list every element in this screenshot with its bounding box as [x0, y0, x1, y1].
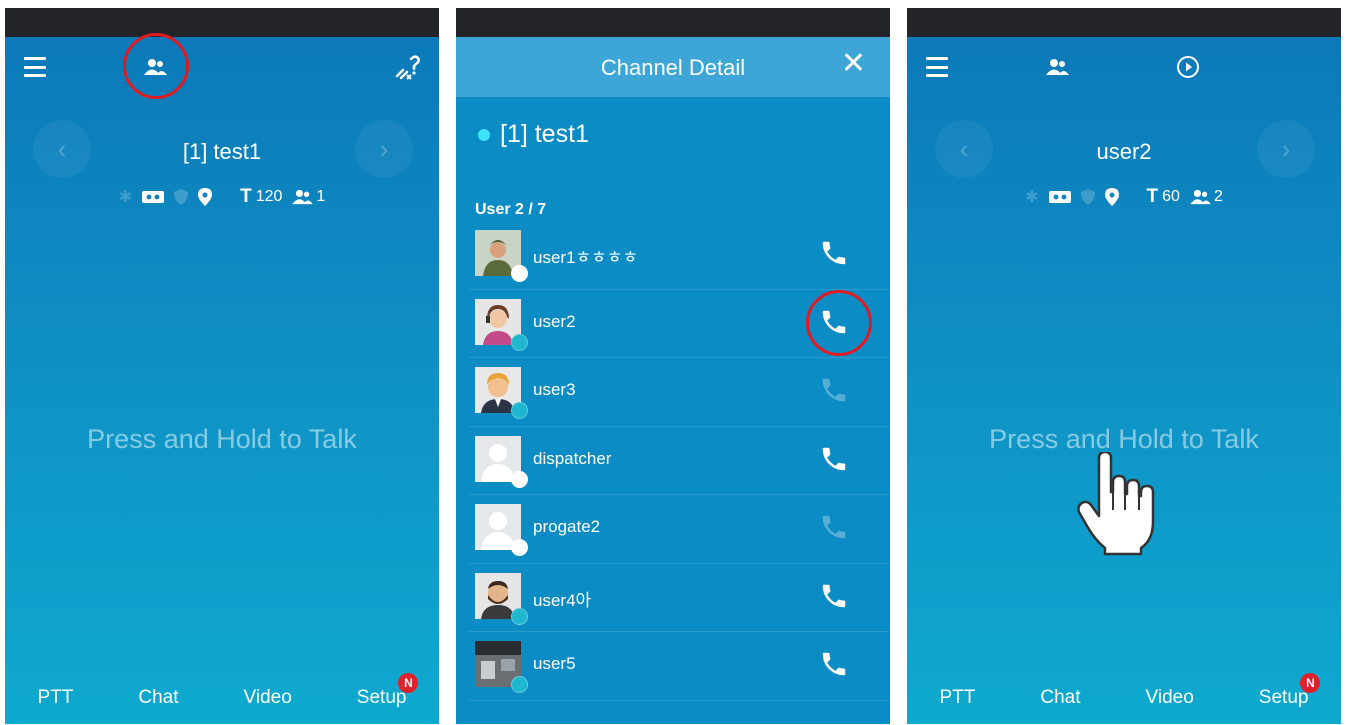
channel-detail-screen: Channel Detail ✕ [1] test1 User 2 / 7 us…	[456, 8, 890, 724]
user-count: User 2 / 7	[475, 201, 547, 218]
user-name: user5	[533, 654, 576, 673]
presence-indicator	[511, 470, 528, 488]
tab-chat[interactable]: Chat	[138, 687, 178, 709]
members-count-icon	[292, 189, 314, 205]
highlight-circle	[806, 289, 872, 356]
list-item[interactable]: progate2	[469, 495, 889, 564]
ptt-screen-channel: ‹ › [1] test1 ✱ T 120 1 Press and Hold t…	[5, 8, 439, 724]
channel-title: user2	[1096, 139, 1152, 164]
user-name: user1ㅎㅎㅎㅎ	[533, 248, 639, 267]
shield-icon	[174, 189, 189, 205]
close-icon[interactable]: ✕	[841, 49, 866, 79]
recorder-icon	[1048, 191, 1071, 203]
list-item[interactable]: user4아	[469, 564, 889, 632]
list-item[interactable]: user2	[469, 289, 889, 358]
status-bar	[456, 8, 890, 37]
user-name: user3	[533, 380, 576, 399]
tab-setup-label: Setup	[1258, 687, 1309, 708]
location-icon	[1104, 188, 1119, 206]
tab-video[interactable]: Video	[244, 687, 292, 709]
new-badge: N	[1300, 673, 1321, 693]
phone-icon	[822, 515, 846, 539]
channel-info-line: ✱ T 120 1	[5, 186, 439, 208]
tab-ptt[interactable]: PTT	[38, 687, 74, 709]
channel-status-dot	[478, 128, 490, 141]
timer-icon: T	[240, 186, 252, 207]
channel-title: [1] test1	[182, 139, 262, 164]
play-circle-icon[interactable]	[1175, 54, 1201, 80]
disconnected-link-icon[interactable]	[391, 53, 425, 83]
location-icon	[198, 188, 213, 206]
presence-indicator	[511, 539, 528, 556]
phone-icon[interactable]	[819, 238, 849, 268]
presence-indicator	[511, 333, 528, 351]
status-bar	[5, 8, 439, 37]
menu-icon[interactable]	[925, 57, 949, 77]
top-bar	[907, 37, 1341, 97]
tab-video[interactable]: Video	[1146, 687, 1194, 709]
phone-icon[interactable]	[819, 444, 849, 474]
press-to-talk-label: Press and Hold to Talk	[989, 424, 1259, 454]
timer-value: 120	[255, 188, 283, 205]
presence-indicator	[511, 607, 528, 625]
channel-info-line: ✱ T 60 2	[907, 186, 1341, 208]
user-name: progate2	[533, 517, 601, 536]
tab-chat[interactable]: Chat	[1040, 687, 1080, 709]
members-count: 1	[316, 188, 326, 205]
recorder-icon	[142, 191, 165, 203]
bluetooth-icon: ✱	[118, 189, 133, 206]
channel-name: [1] test1	[478, 120, 589, 149]
tab-setup-label: Setup	[356, 687, 407, 708]
user-list: user1ㅎㅎㅎㅎ user2 user3 dispatcher progate…	[469, 221, 889, 701]
timer-icon: T	[1146, 186, 1159, 207]
presence-indicator	[511, 402, 528, 419]
hand-pointer-icon	[1077, 452, 1155, 556]
menu-icon[interactable]	[23, 57, 47, 77]
phone-icon[interactable]	[819, 581, 849, 611]
tab-ptt[interactable]: PTT	[940, 687, 976, 709]
list-item[interactable]: user1ㅎㅎㅎㅎ	[469, 221, 889, 290]
user-name: user4아	[533, 590, 592, 610]
members-count: 2	[1213, 188, 1223, 205]
channel-name-text: [1] test1	[500, 120, 589, 148]
bluetooth-icon: ✱	[1025, 189, 1039, 206]
presence-indicator	[511, 676, 528, 693]
list-item[interactable]: user5	[469, 632, 889, 701]
timer-value: 60	[1162, 188, 1180, 205]
bottom-tab-bar: PTT Chat Video Setup N	[5, 672, 439, 724]
press-to-talk-label: Press and Hold to Talk	[87, 424, 357, 454]
user-name: user2	[533, 311, 576, 331]
bottom-tab-bar: PTT Chat Video Setup N	[907, 672, 1341, 724]
detail-header: Channel Detail ✕	[456, 37, 890, 97]
tab-setup[interactable]: Setup N	[356, 673, 419, 709]
list-item[interactable]: dispatcher	[469, 427, 889, 495]
presence-indicator	[511, 265, 528, 282]
phone-icon[interactable]	[819, 649, 849, 679]
new-badge: N	[398, 673, 419, 693]
user-name: dispatcher	[533, 448, 612, 468]
list-item[interactable]: user3	[469, 358, 889, 427]
highlight-circle	[123, 33, 189, 99]
ptt-screen-private-call: ‹ › user2 ✱ T 60 2 Press and Hold to Tal…	[907, 8, 1341, 724]
top-bar	[5, 33, 439, 99]
members-count-icon	[1190, 189, 1211, 205]
status-bar	[907, 8, 1341, 37]
detail-title: Channel Detail	[600, 55, 746, 80]
shield-icon	[1080, 189, 1095, 205]
members-icon[interactable]	[1045, 55, 1071, 79]
phone-icon	[822, 378, 846, 402]
tab-setup[interactable]: Setup N	[1258, 673, 1321, 709]
